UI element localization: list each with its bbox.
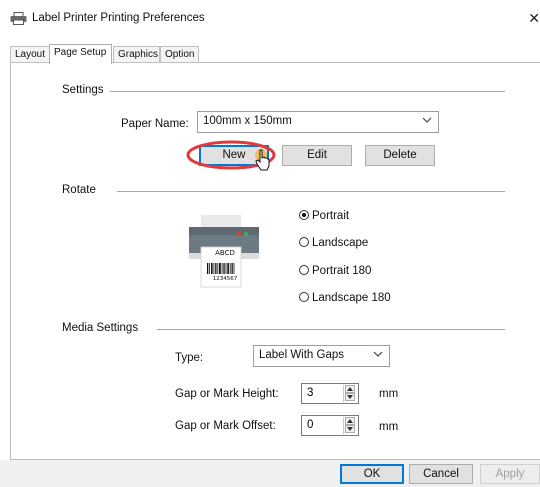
rotate-divider	[117, 191, 505, 192]
tab-graphics[interactable]: Graphics	[113, 46, 160, 62]
paper-name-label: Paper Name:	[121, 118, 189, 130]
apply-button[interactable]: Apply	[480, 464, 540, 484]
settings-divider	[99, 91, 505, 92]
ok-button[interactable]: OK	[340, 464, 404, 484]
radio-landscape-180[interactable]: Landscape 180	[299, 290, 391, 306]
spin-down-icon[interactable]	[345, 393, 355, 401]
radio-landscape-label: Landscape	[312, 237, 369, 249]
spin-down-icon[interactable]	[345, 425, 355, 433]
gap-offset-spinner	[343, 417, 356, 434]
gap-offset-label: Gap or Mark Offset:	[175, 420, 276, 432]
cancel-button[interactable]: Cancel	[409, 464, 473, 484]
radio-landscape[interactable]: Landscape	[299, 235, 368, 251]
dialog-footer: OK Cancel Apply	[0, 460, 540, 487]
radio-landscape-180-label: Landscape 180	[312, 292, 391, 304]
tab-layout[interactable]: Layout	[10, 46, 50, 62]
media-divider	[157, 329, 505, 330]
media-type-value: Label With Gaps	[259, 349, 345, 361]
gap-offset-input[interactable]: 0	[301, 415, 359, 436]
delete-button[interactable]: Delete	[365, 145, 435, 166]
chevron-down-icon	[422, 117, 432, 123]
rotate-section-title: Rotate	[62, 184, 102, 196]
settings-section-title: Settings	[62, 84, 110, 96]
chevron-down-icon	[373, 351, 383, 357]
edit-button[interactable]: Edit	[282, 145, 352, 166]
gap-height-spinner	[343, 385, 356, 402]
paper-name-select[interactable]: 100mm x 150mm	[197, 111, 439, 133]
printer-illustration: ABCD 1234567	[187, 213, 263, 289]
radio-portrait-180-label: Portrait 180	[312, 265, 372, 277]
radio-portrait-180[interactable]: Portrait 180	[299, 263, 371, 279]
radio-portrait-180-indicator[interactable]	[299, 264, 309, 275]
media-section-title: Media Settings	[62, 322, 145, 334]
window-title: Label Printer Printing Preferences	[32, 12, 205, 24]
tab-option[interactable]: Option	[160, 46, 199, 62]
radio-portrait[interactable]: Portrait	[299, 208, 349, 224]
type-label: Type:	[175, 352, 204, 364]
barcode-number: 1234567	[212, 276, 238, 282]
printer-icon	[10, 12, 27, 25]
spin-up-icon[interactable]	[345, 385, 355, 393]
gap-height-value: 3	[307, 387, 314, 399]
paper-name-value: 100mm x 150mm	[203, 115, 292, 127]
hand-cursor-icon	[255, 149, 270, 171]
gap-offset-unit: mm	[379, 421, 399, 433]
radio-portrait-indicator[interactable]	[299, 209, 309, 220]
label-text: ABCD	[215, 249, 235, 257]
radio-portrait-label: Portrait	[312, 210, 350, 222]
gap-height-input[interactable]: 3	[301, 383, 359, 404]
title-bar: Label Printer Printing Preferences ✕	[0, 0, 540, 38]
gap-height-unit: mm	[379, 388, 399, 400]
radio-landscape-180-indicator[interactable]	[299, 291, 309, 302]
page-setup-panel: Settings Paper Name: 100mm x 150mm New E…	[10, 62, 540, 460]
gap-offset-value: 0	[307, 419, 314, 431]
radio-landscape-indicator[interactable]	[299, 236, 309, 247]
media-type-select[interactable]: Label With Gaps	[253, 345, 390, 367]
tab-page-setup[interactable]: Page Setup	[49, 44, 112, 64]
gap-height-label: Gap or Mark Height:	[175, 388, 279, 400]
close-button[interactable]: ✕	[526, 9, 540, 27]
spin-up-icon[interactable]	[345, 417, 355, 425]
